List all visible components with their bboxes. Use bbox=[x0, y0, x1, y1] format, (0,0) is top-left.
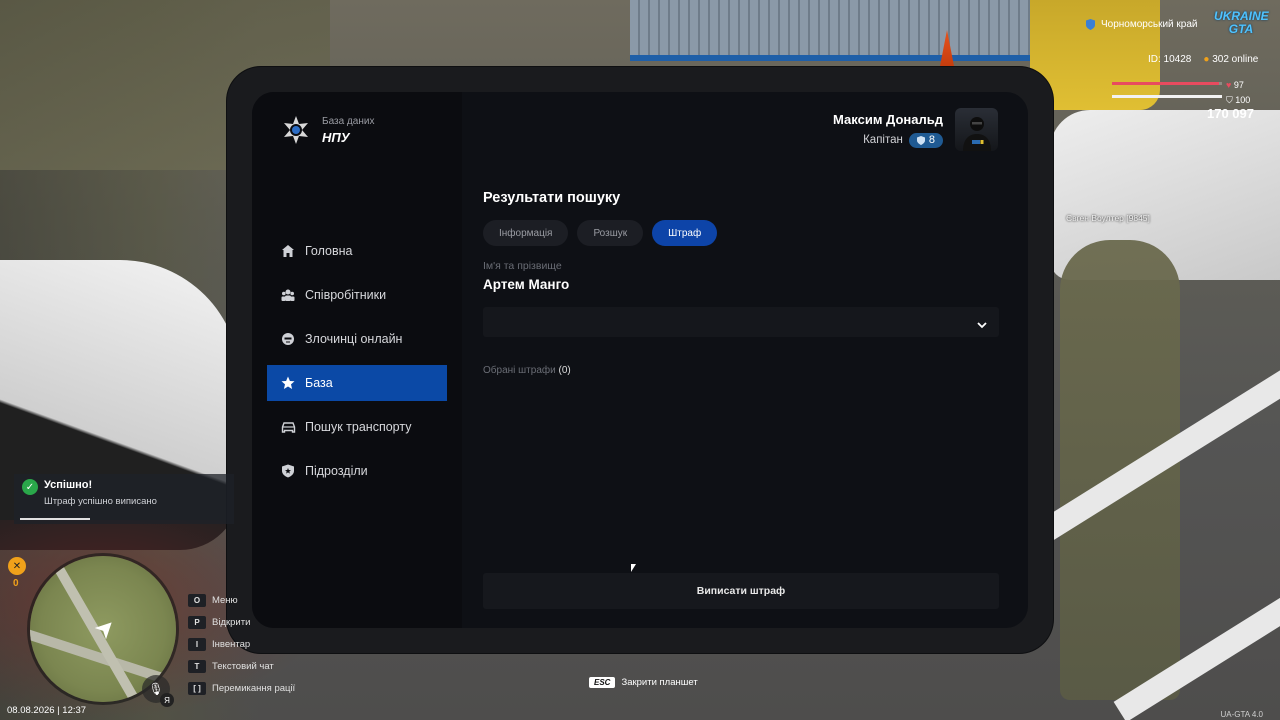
player-nametag: Євген Воултер [9845] bbox=[1066, 213, 1150, 223]
success-notification: ✓ Успішно! Штраф успішно виписано bbox=[14, 474, 234, 524]
selected-fines-count: (0) bbox=[558, 365, 571, 376]
key-cap: T bbox=[188, 659, 206, 673]
region-indicator: Чорноморський край bbox=[1086, 19, 1198, 30]
server-info: ID: 10428 ● 302 online bbox=[1148, 54, 1258, 65]
health-value: 97 bbox=[1233, 80, 1244, 90]
home-icon bbox=[280, 243, 296, 259]
check-icon: ✓ bbox=[22, 479, 38, 495]
key-cap: [ ] bbox=[188, 681, 206, 695]
armor-value-wrap: ⛉ 100 bbox=[1226, 95, 1250, 106]
tab-fine[interactable]: Штраф bbox=[652, 220, 718, 246]
status-bars bbox=[1112, 82, 1222, 108]
key-hint: P Відкрити bbox=[188, 611, 295, 633]
sidebar-item-label: База bbox=[305, 376, 333, 390]
online-count: 302 online bbox=[1212, 54, 1259, 65]
sidebar: База даних НПУ Головна Співробітники Зло… bbox=[252, 92, 462, 628]
chevron-down-icon bbox=[977, 316, 987, 334]
region-name: Чорноморський край bbox=[1101, 19, 1198, 30]
tablet-screen: База даних НПУ Головна Співробітники Зло… bbox=[252, 92, 1028, 628]
page-title: Результати пошуку bbox=[483, 190, 621, 206]
game-logo: UKRAINE GTA bbox=[1214, 9, 1269, 36]
key-cap: P bbox=[188, 615, 206, 629]
key-cap: O bbox=[188, 593, 206, 607]
selected-fines-label: Обрані штрафи bbox=[483, 365, 556, 376]
online-dot-icon: ● bbox=[1203, 54, 1210, 65]
criminal-icon bbox=[280, 331, 296, 347]
logo-subtitle: База даних bbox=[322, 115, 375, 127]
sidebar-item-label: Головна bbox=[305, 244, 353, 258]
sidebar-item-criminals[interactable]: Злочинці онлайн bbox=[267, 321, 447, 357]
key-hint: T Текстовий чат bbox=[188, 655, 295, 677]
key-hint-label: Текстовий чат bbox=[212, 660, 274, 672]
sidebar-item-label: Підрозділи bbox=[305, 464, 368, 478]
key-hint-label: Відкрити bbox=[212, 616, 251, 628]
sidebar-item-label: Злочинці онлайн bbox=[305, 332, 403, 346]
armor-value: 100 bbox=[1235, 95, 1251, 105]
sidebar-item-units[interactable]: Підрозділи bbox=[267, 453, 447, 489]
sidebar-item-vehicle-search[interactable]: Пошук транспорту bbox=[267, 409, 447, 445]
selected-fines: Обрані штрафи (0) bbox=[483, 365, 571, 376]
health-value-wrap: ♥ 97 bbox=[1226, 80, 1244, 90]
name-field-label: Ім'я та прізвище bbox=[483, 260, 562, 272]
region-emblem-icon bbox=[1086, 19, 1095, 30]
heart-icon: ♥ bbox=[1226, 80, 1232, 90]
sidebar-item-base[interactable]: База bbox=[267, 365, 447, 401]
notification-text: Штраф успішно виписано bbox=[44, 496, 157, 507]
key-hint-label: Меню bbox=[212, 594, 238, 606]
mouse-cursor bbox=[631, 564, 636, 572]
employees-icon bbox=[280, 287, 296, 303]
sidebar-item-label: Співробітники bbox=[305, 288, 387, 302]
sidebar-nav: Головна Співробітники Злочинці онлайн Ба… bbox=[267, 233, 447, 497]
sidebar-item-home[interactable]: Головна bbox=[267, 233, 447, 269]
key-hint: [ ] Перемикання рації bbox=[188, 677, 295, 699]
player-id: ID: 10428 bbox=[1148, 54, 1192, 65]
key-hints: O Меню P Відкрити I Інвентар T Текстовий чат… bbox=[188, 589, 295, 699]
close-tablet-label: Закрити планшет bbox=[621, 677, 698, 688]
date-time: 08.08.2026 | 12:37 bbox=[7, 705, 87, 716]
food-value: 0 bbox=[13, 578, 19, 589]
esc-key: ESC bbox=[589, 677, 616, 688]
police-badge-icon bbox=[280, 114, 312, 146]
key-hint: I Інвентар bbox=[188, 633, 295, 655]
car-icon bbox=[280, 419, 296, 435]
money-value: 170 097 bbox=[1207, 106, 1254, 121]
key-hint-label: Перемикання рації bbox=[212, 682, 296, 694]
police-tablet: База даних НПУ Головна Співробітники Зло… bbox=[227, 67, 1053, 653]
issue-fine-button[interactable]: Виписати штраф bbox=[483, 573, 999, 609]
shield-icon bbox=[280, 463, 296, 479]
health-bar bbox=[1112, 82, 1222, 85]
mic-key: Я bbox=[160, 693, 174, 707]
close-tablet-hint: ESC Закрити планшет bbox=[589, 677, 698, 688]
npu-logo: База даних НПУ bbox=[280, 114, 374, 146]
sidebar-item-employees[interactable]: Співробітники bbox=[267, 277, 447, 313]
person-name: Артем Манго bbox=[483, 277, 570, 292]
food-icon: ✕ bbox=[8, 557, 26, 575]
key-cap: I bbox=[188, 637, 206, 651]
fine-select-dropdown[interactable] bbox=[483, 307, 999, 337]
online-count-wrap: ● 302 online bbox=[1203, 54, 1258, 65]
sidebar-item-label: Пошук транспорту bbox=[305, 420, 412, 434]
tab-bar: Інформація Розшук Штраф bbox=[483, 220, 718, 246]
main-content: Результати пошуку Інформація Розшук Штра… bbox=[483, 92, 1003, 628]
key-hint-label: Інвентар bbox=[212, 638, 251, 650]
logo-title: НПУ bbox=[322, 129, 350, 145]
notification-title: Успішно! bbox=[44, 479, 93, 491]
tab-information[interactable]: Інформація bbox=[483, 220, 569, 246]
armor-bar bbox=[1112, 95, 1222, 98]
armor-shield-icon: ⛉ bbox=[1226, 95, 1233, 105]
star-icon bbox=[280, 375, 296, 391]
tab-wanted[interactable]: Розшук bbox=[577, 220, 644, 246]
game-version: UA-GTA 4.0 bbox=[1220, 710, 1263, 719]
key-hint: O Меню bbox=[188, 589, 295, 611]
building bbox=[630, 0, 1060, 61]
